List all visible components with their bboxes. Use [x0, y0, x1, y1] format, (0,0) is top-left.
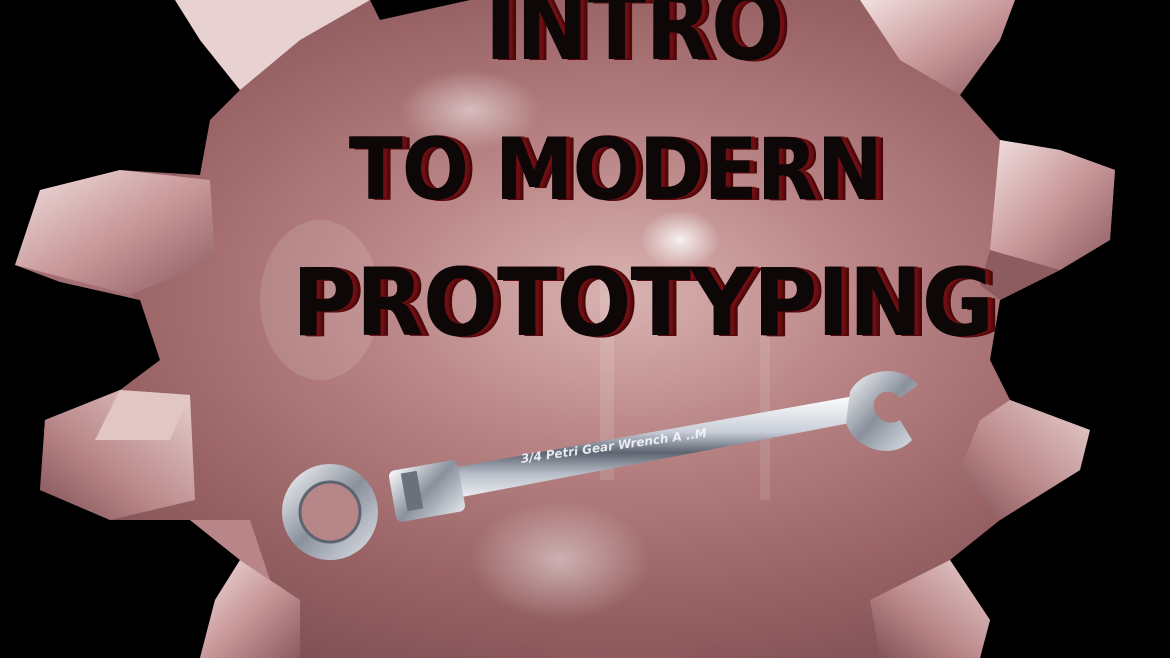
wrench-icon	[282, 371, 918, 560]
wrench-open-end	[846, 371, 918, 451]
wrench-handle	[440, 395, 866, 500]
title-scene: INTRO TO MODERN PROTOTYPING 3/4 Petri Ge…	[0, 0, 1170, 658]
